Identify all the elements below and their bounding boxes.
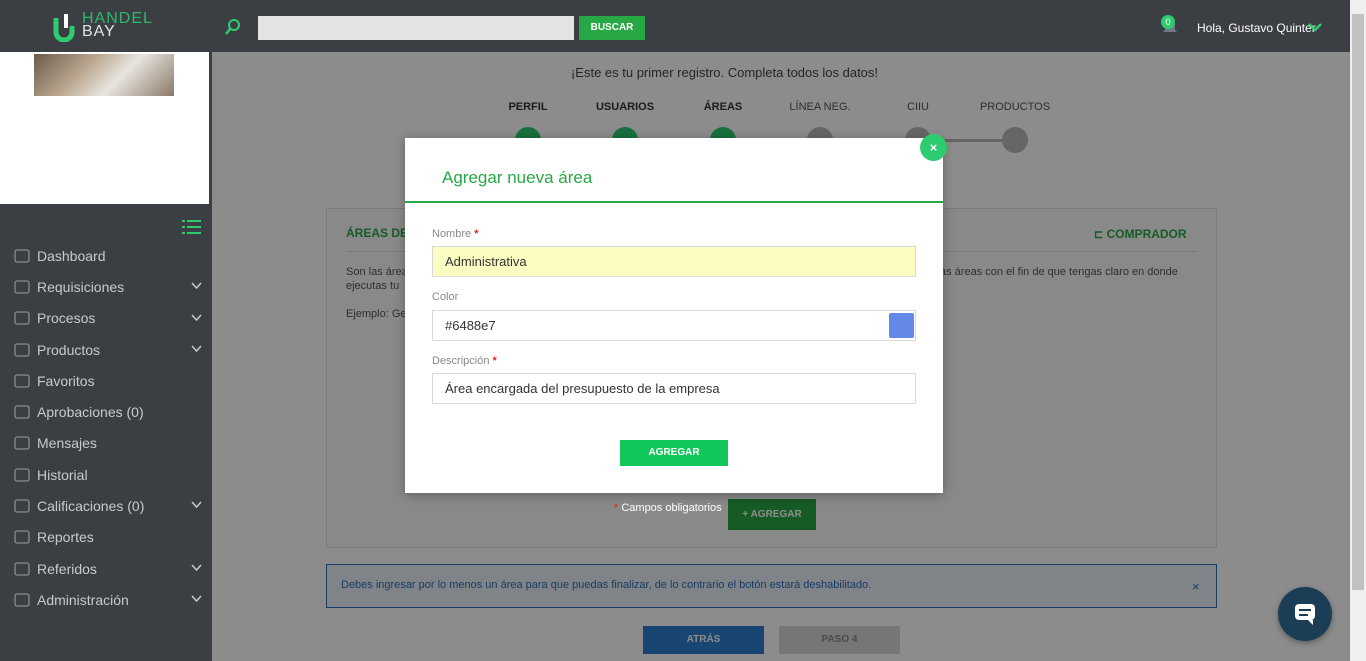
description-label: Descripción * xyxy=(432,355,497,367)
scrollbar-thumb[interactable] xyxy=(1352,14,1364,590)
sidebar-item-label: Procesos xyxy=(37,310,96,327)
submit-area-button[interactable]: AGREGAR xyxy=(620,440,728,466)
sidebar-item-procesos[interactable]: Procesos xyxy=(0,303,212,334)
sidebar-item-label: Dashboard xyxy=(37,247,106,264)
sidebar-item-label: Administración xyxy=(37,591,129,608)
color-label: Color xyxy=(432,291,459,303)
required-star: * xyxy=(614,502,619,514)
home-icon xyxy=(14,248,30,263)
chevron-down-icon[interactable] xyxy=(191,595,202,603)
sidebar-item-calificaciones-0[interactable]: Calificaciones (0) xyxy=(0,490,212,521)
search-button[interactable]: BUSCAR xyxy=(579,16,645,40)
sidebar-item-administración[interactable]: Administración xyxy=(0,584,212,615)
sidebar-item-label: Requisiciones xyxy=(37,278,125,295)
required-fields-note: * Campos obligatorios xyxy=(614,502,722,514)
company-photo xyxy=(34,54,174,96)
name-field[interactable] xyxy=(432,246,916,277)
box-icon xyxy=(14,342,30,357)
name-label: Nombre * xyxy=(432,228,478,240)
description-label-text: Descripción xyxy=(432,355,490,367)
search-icon[interactable] xyxy=(224,18,242,36)
sidebar-item-label: Favoritos xyxy=(37,372,95,389)
chevron-down-icon[interactable] xyxy=(191,501,202,509)
modal-title: Agregar nueva área xyxy=(442,168,593,187)
description-field[interactable] xyxy=(432,373,916,404)
required-star: * xyxy=(474,228,479,240)
chevron-down-icon[interactable] xyxy=(191,564,202,572)
sidebar-item-productos[interactable]: Productos xyxy=(0,334,212,365)
sidebar-item-label: Referidos xyxy=(37,560,97,577)
chevron-down-icon[interactable] xyxy=(191,282,202,290)
clipboard-icon xyxy=(14,280,30,294)
sidebar-item-reportes[interactable]: Reportes xyxy=(0,522,212,553)
folder-icon xyxy=(14,468,30,482)
sidebar-item-referidos[interactable]: Referidos xyxy=(0,553,212,584)
sidebar-item-label: Historial xyxy=(37,466,88,483)
top-bar xyxy=(0,0,1350,52)
user-greeting[interactable]: Hola, Gustavo Quinter xyxy=(1197,21,1316,35)
menu-toggle-icon[interactable] xyxy=(182,219,201,235)
sidebar-item-label: Calificaciones (0) xyxy=(37,498,145,515)
notification-count-badge: 0 xyxy=(1161,15,1175,29)
sidebar-item-label: Reportes xyxy=(37,529,94,546)
chat-button[interactable] xyxy=(1278,587,1332,641)
users-icon xyxy=(14,561,30,576)
sidebar-item-mensajes[interactable]: Mensajes xyxy=(0,428,212,459)
sidebar-item-aprobaciones-0[interactable]: Aprobaciones (0) xyxy=(0,396,212,427)
gear-icon xyxy=(14,593,30,607)
sidebar-item-label: Productos xyxy=(37,341,101,358)
sidebar-menu: Dashboard Requisiciones Procesos Productos F… xyxy=(0,240,212,616)
close-icon[interactable]: × xyxy=(920,134,947,161)
logo-text: HANDEL BAY xyxy=(82,11,153,40)
check-icon xyxy=(14,405,30,419)
sidebar-item-historial[interactable]: Historial xyxy=(0,459,212,490)
sidebar-item-favoritos[interactable]: Favoritos xyxy=(0,365,212,396)
basket-icon xyxy=(14,530,30,544)
name-label-text: Nombre xyxy=(432,228,472,240)
modal-divider xyxy=(405,201,943,203)
sidebar-item-dashboard[interactable]: Dashboard xyxy=(0,240,212,271)
store-icon xyxy=(14,374,30,388)
required-fields-label: Campos obligatorios xyxy=(621,502,722,514)
required-star: * xyxy=(492,355,497,367)
sidebar-item-label: Aprobaciones (0) xyxy=(37,404,144,421)
handelbay-logo[interactable]: HANDEL BAY xyxy=(52,10,172,42)
color-swatch[interactable] xyxy=(889,313,914,338)
search-input[interactable] xyxy=(258,16,574,40)
chevron-down-icon[interactable] xyxy=(191,314,202,322)
chevron-down-icon[interactable] xyxy=(1308,22,1322,32)
sidebar-item-label: Mensajes xyxy=(37,435,97,452)
mail-icon xyxy=(14,436,30,451)
chevron-down-icon[interactable] xyxy=(191,345,202,353)
logo-icon xyxy=(53,14,75,42)
color-field[interactable] xyxy=(432,310,916,341)
sidebar-item-requisiciones[interactable]: Requisiciones xyxy=(0,271,212,302)
square-icon xyxy=(14,499,30,513)
chat-icon xyxy=(1295,604,1315,625)
basket-icon xyxy=(14,311,30,325)
